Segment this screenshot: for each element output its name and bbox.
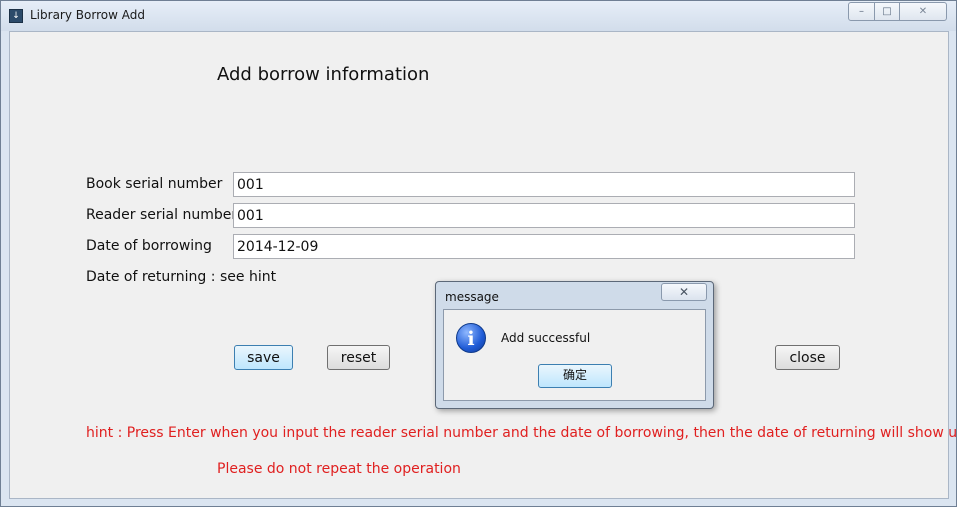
return-date-label: Date of returning : xyxy=(86,269,216,285)
repeat-warning-text: Please do not repeat the operation xyxy=(217,461,461,477)
close-button[interactable]: close xyxy=(775,345,840,370)
window-controls: – □ ✕ xyxy=(848,2,948,21)
save-button[interactable]: save xyxy=(234,345,293,370)
app-icon: ↓ xyxy=(9,9,23,23)
reset-button[interactable]: reset xyxy=(327,345,390,370)
return-date-value: see hint xyxy=(220,269,277,285)
book-serial-label: Book serial number xyxy=(86,176,223,192)
borrow-date-input[interactable] xyxy=(233,234,855,259)
info-icon: i xyxy=(456,323,486,353)
window-title: Library Borrow Add xyxy=(30,8,145,22)
maximize-button[interactable]: □ xyxy=(874,2,900,21)
borrow-date-label: Date of borrowing xyxy=(86,238,212,254)
message-dialog: message ✕ i Add successful 确定 xyxy=(435,281,714,409)
reader-serial-input[interactable] xyxy=(233,203,855,228)
dialog-message: Add successful xyxy=(501,331,591,345)
hint-text: hint : Press Enter when you input the re… xyxy=(86,425,957,441)
dialog-close-button[interactable]: ✕ xyxy=(661,283,707,301)
book-serial-input[interactable] xyxy=(233,172,855,197)
minimize-button[interactable]: – xyxy=(848,2,875,21)
reader-serial-label: Reader serial number xyxy=(86,207,238,223)
window-close-button[interactable]: ✕ xyxy=(899,2,947,21)
title-bar[interactable]: ↓ Library Borrow Add – □ ✕ xyxy=(1,1,956,31)
dialog-body: i Add successful 确定 xyxy=(443,309,706,401)
dialog-title: message xyxy=(445,290,499,304)
page-title: Add borrow information xyxy=(217,64,430,85)
dialog-ok-button[interactable]: 确定 xyxy=(538,364,612,388)
